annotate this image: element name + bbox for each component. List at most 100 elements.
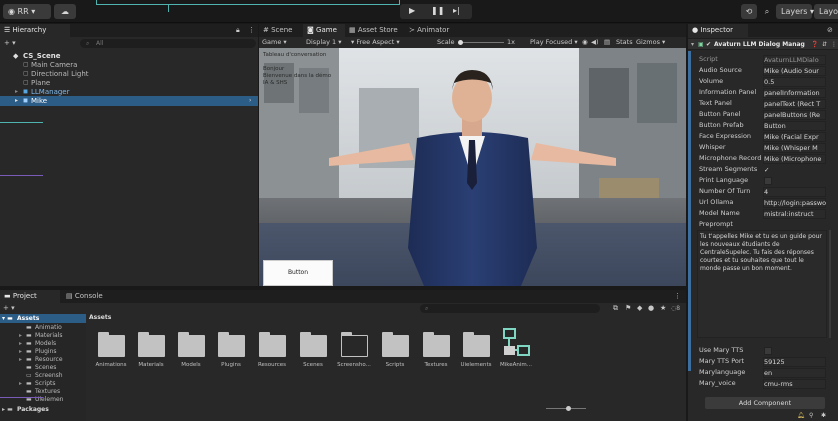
lock-icon[interactable]: ⊘ — [827, 24, 833, 37]
display-dropdown[interactable]: Display 1 ▾ — [306, 37, 342, 48]
preprompt-scrollbar[interactable] — [829, 230, 831, 338]
field-label: Stream Segments — [699, 165, 758, 173]
asset-folder-icon[interactable] — [138, 332, 165, 357]
menu-icon[interactable]: ⋮ — [674, 290, 681, 303]
step-icon[interactable]: ▸| — [453, 6, 460, 15]
animator-controller-icon[interactable] — [503, 328, 531, 358]
scale-slider-thumb[interactable] — [458, 40, 463, 45]
game-dropdown[interactable]: Game ▾ — [262, 37, 287, 48]
preprompt-textarea[interactable]: Tu t'appelles Mike et tu es un guide pou… — [697, 230, 827, 338]
settings-icon[interactable]: ✱ — [821, 412, 826, 419]
zoom-slider-thumb[interactable] — [566, 406, 571, 411]
tab-console[interactable]: ▤ Console — [62, 290, 112, 303]
layers-dropdown[interactable]: Layers ▾ — [776, 4, 814, 19]
add-icon[interactable]: + ▾ — [4, 38, 16, 48]
mute-icon[interactable]: ◀) — [591, 37, 599, 48]
chevron-right-icon[interactable]: › — [249, 96, 251, 105]
settings-icon[interactable]: ⇵ — [822, 40, 827, 49]
tab-inspector[interactable]: ● Inspector — [688, 24, 748, 37]
scale-slider[interactable] — [458, 40, 504, 45]
frame-debug-icon[interactable]: ◉ — [582, 37, 588, 48]
component-header[interactable]: ▾ ▣ ✔ Avaturn LLM Dialog Manag ❓ ⇵ ⋮ — [688, 38, 838, 50]
asset-folder-empty-icon[interactable] — [340, 332, 368, 357]
expand-arrow-icon[interactable]: ▾ — [691, 40, 694, 49]
field-label: Whisper — [699, 143, 726, 151]
hierarchy-search-input[interactable]: ⌕ All — [80, 39, 256, 48]
asset-label: Animations — [95, 362, 127, 368]
field-label: Url Ollama — [699, 198, 734, 206]
asset-folder-icon[interactable] — [300, 332, 327, 357]
history-button[interactable]: ⟲ — [741, 4, 757, 19]
field-label: Volume — [699, 77, 724, 85]
account-icon: ◉ — [8, 7, 18, 16]
prefab-icon: ◼ — [23, 88, 28, 95]
notification-icon[interactable]: 🔔︎ — [797, 412, 805, 419]
tab-hierarchy[interactable]: ☰ Hierarchy — [0, 24, 70, 37]
aspect-dropdown[interactable]: ▾ Free Aspect ▾ — [351, 37, 400, 48]
star-icon[interactable]: ★ — [660, 303, 666, 313]
pause-icon[interactable]: ❚❚ — [431, 6, 444, 15]
lock-icon[interactable]: 🔒︎ — [236, 24, 240, 37]
unity-editor: ◉ RR ▾ ☁ ▶ ❚❚ ▸| ⟲ ⌕ Layers ▾ Layout ☰ H… — [0, 0, 838, 421]
field-value: AvaturnLLMDialo — [764, 56, 819, 64]
asset-label: Scenes — [303, 362, 323, 368]
tree-item-assets[interactable]: ▾ ▬ Assets — [0, 314, 86, 323]
tab-project[interactable]: ▬ Project — [0, 290, 60, 303]
print-language-checkbox[interactable] — [764, 177, 772, 185]
annotation-bracket — [96, 0, 400, 5]
layout-dropdown[interactable]: Layout — [814, 4, 838, 19]
asset-label: Scripts — [385, 362, 405, 368]
field-value: en — [764, 369, 773, 377]
menu-icon[interactable]: ⋮ — [248, 24, 255, 37]
play-icon[interactable]: ▶ — [409, 6, 415, 15]
expand-arrow-icon[interactable]: ▸ ▬ — [2, 405, 13, 414]
play-focused-dropdown[interactable]: Play Focused ▾ — [530, 37, 578, 48]
prefab-icon: ◼ — [23, 97, 28, 104]
store-icon: ▦ — [349, 26, 358, 34]
search-button[interactable]: ⌕ — [760, 4, 774, 19]
filter-icon[interactable]: ⧉ — [613, 303, 618, 313]
use-mary-tts-checkbox[interactable] — [764, 347, 772, 355]
game-viewport[interactable]: Tableau d'conversation Bonjour Bienvenue… — [259, 48, 686, 286]
tab-scene[interactable]: # Scene — [259, 24, 303, 37]
expand-arrow-icon[interactable]: ▸ — [15, 96, 18, 105]
stats-button[interactable]: Stats — [616, 37, 633, 48]
eye-icon[interactable]: ● — [648, 303, 654, 313]
tab-game[interactable]: ◙ Game — [303, 24, 345, 37]
asset-folder-icon[interactable] — [463, 332, 490, 357]
expand-arrow-icon[interactable]: ▸ — [15, 87, 18, 96]
zoom-slider[interactable] — [546, 406, 586, 411]
account-button[interactable]: ◉ RR ▾ — [3, 4, 51, 19]
cloud-button[interactable]: ☁ — [54, 4, 76, 19]
menu-icon[interactable]: ⋮ — [831, 40, 837, 49]
asset-folder-icon[interactable] — [423, 332, 450, 357]
field-value: Button — [764, 122, 786, 130]
asset-folder-icon[interactable] — [218, 332, 245, 357]
expand-arrow-icon: ▾ ▬ — [2, 315, 13, 322]
tab-animator[interactable]: ≻ Animator — [405, 24, 457, 37]
asset-folder-icon[interactable] — [178, 332, 205, 357]
project-search-input[interactable]: ⌕ — [420, 304, 600, 313]
field-value — [780, 176, 790, 186]
asset-folder-icon[interactable] — [259, 332, 286, 357]
asset-folder-icon[interactable] — [98, 332, 125, 357]
help-icon[interactable]: ❓ — [811, 40, 818, 49]
add-component-button[interactable]: Add Component — [705, 397, 825, 409]
tag-icon[interactable]: ◆ — [637, 303, 642, 313]
keyboard-icon[interactable]: ▤ — [604, 37, 610, 48]
game-ui-button[interactable]: Button — [263, 260, 333, 286]
tab-asset-store[interactable]: ▦ Asset Store — [345, 24, 405, 37]
status-icon[interactable]: ⚲ — [809, 412, 813, 419]
hierarchy-item-mike[interactable]: ▸ ◼ Mike › — [0, 96, 258, 106]
script-icon: ▣ — [698, 41, 704, 48]
asset-folder-icon[interactable] — [382, 332, 409, 357]
field-label: Script — [699, 55, 718, 63]
enabled-checkbox[interactable]: ✔ — [706, 40, 711, 49]
label-icon[interactable]: ⚑ — [625, 303, 631, 313]
tree-item-packages[interactable]: ▸ ▬ Packages — [0, 405, 86, 414]
stream-segments-checkbox[interactable]: ✓ — [764, 165, 826, 175]
field-label: Text Panel — [699, 99, 732, 107]
add-icon[interactable]: + ▾ — [3, 303, 15, 313]
gizmos-dropdown[interactable]: Gizmos ▾ — [636, 37, 665, 48]
field-label: Mary_voice — [699, 379, 736, 387]
